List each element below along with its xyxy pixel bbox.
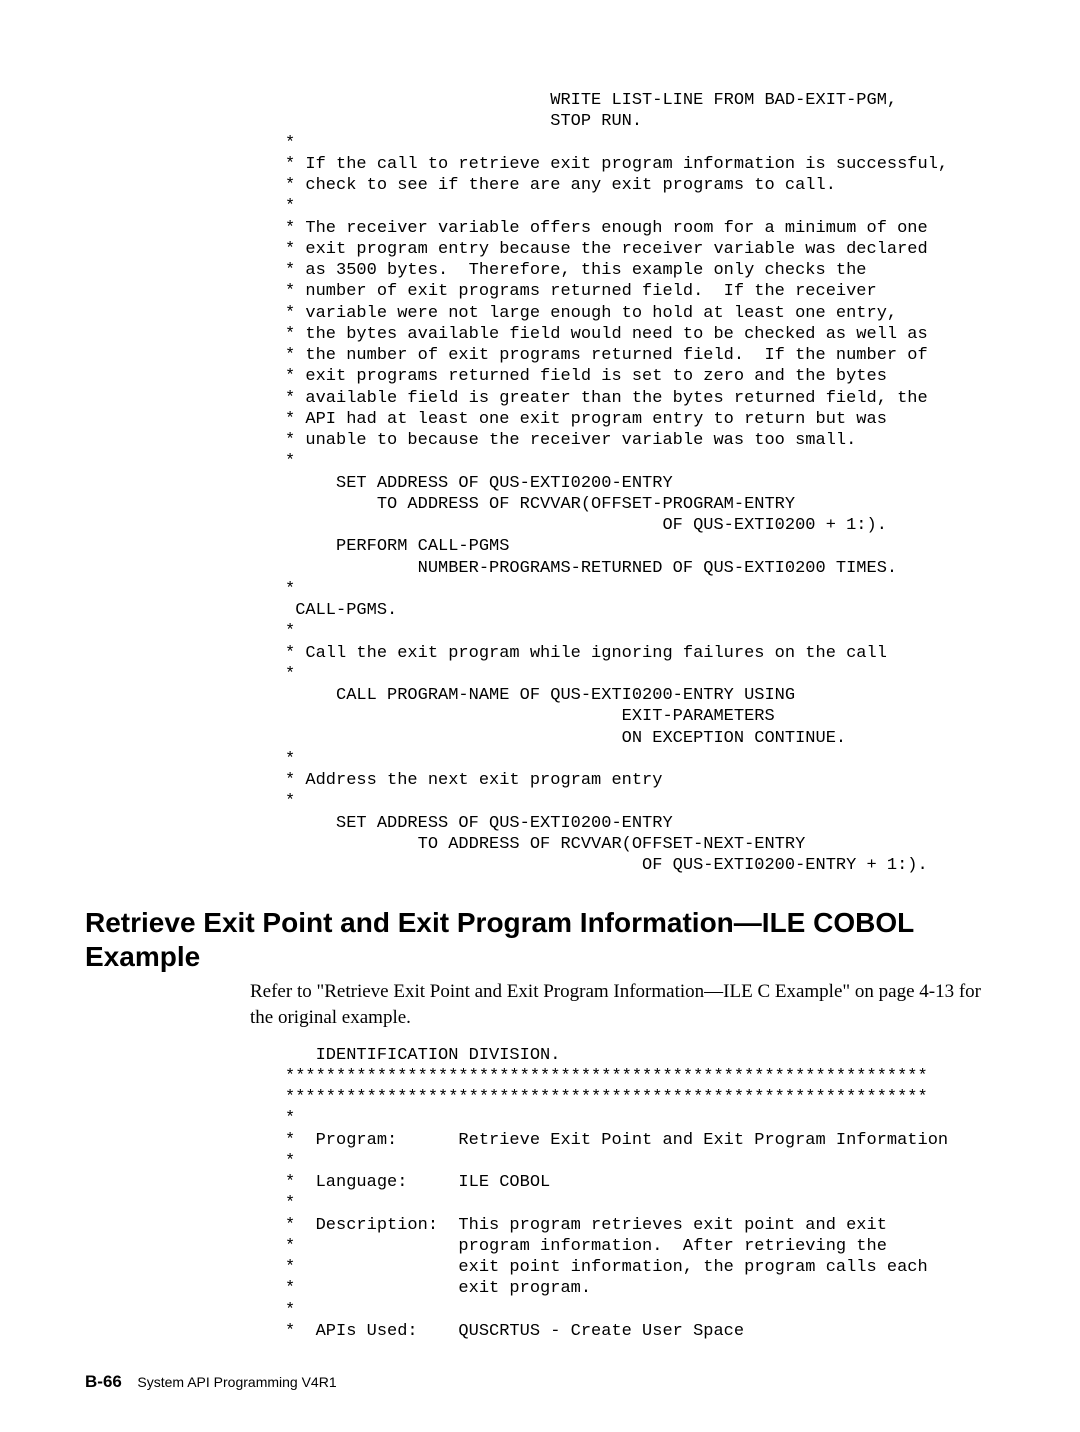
page-footer: B-66 System API Programming V4R1 bbox=[85, 1372, 995, 1392]
page-number: B-66 bbox=[85, 1372, 122, 1391]
footer-title: System API Programming V4R1 bbox=[137, 1374, 336, 1390]
document-page: WRITE LIST-LINE FROM BAD-EXIT-PGM, STOP … bbox=[0, 0, 1080, 1432]
section-heading: Retrieve Exit Point and Exit Program Inf… bbox=[85, 906, 995, 973]
code-block-2: IDENTIFICATION DIVISION. ***************… bbox=[85, 1045, 995, 1343]
intro-paragraph: Refer to "Retrieve Exit Point and Exit P… bbox=[85, 979, 995, 1030]
code-block-1: WRITE LIST-LINE FROM BAD-EXIT-PGM, STOP … bbox=[85, 90, 995, 876]
